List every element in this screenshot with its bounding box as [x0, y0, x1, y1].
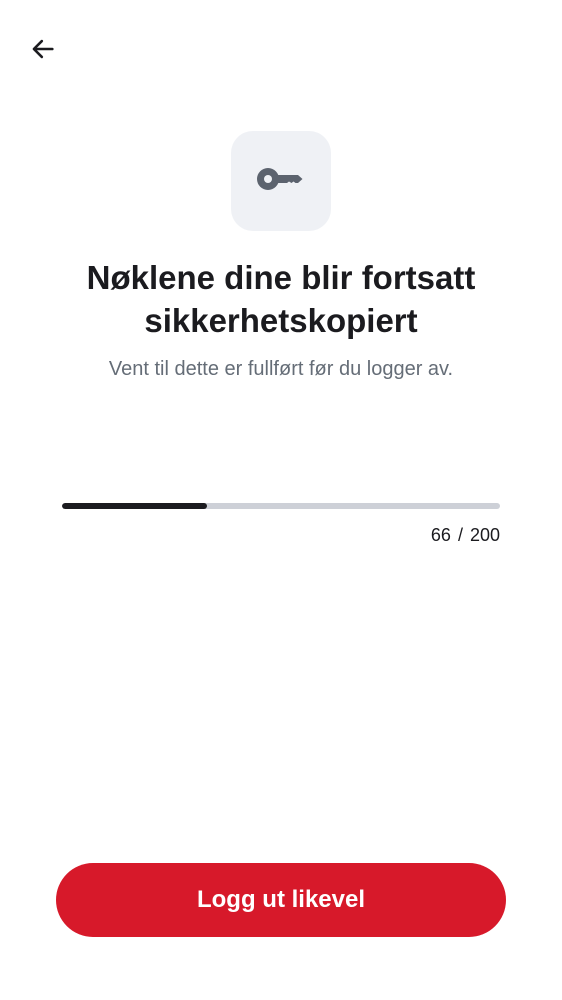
progress-current: 66: [430, 525, 451, 545]
key-icon: [257, 164, 305, 199]
progress-count: 66 / 200: [431, 524, 500, 546]
key-icon-tile: [231, 131, 331, 231]
page-title: Nøklene dine blir fortsatt sikkerhetskop…: [40, 256, 522, 342]
backup-progress-bar: [62, 503, 500, 509]
page-subtitle: Vent til dette er fullført før du logger…: [108, 358, 454, 380]
page-title-line-2: sikkerhetskopiert: [144, 302, 418, 339]
back-button[interactable]: [22, 30, 64, 72]
arrow-left-icon: [29, 35, 57, 68]
progress-separator: /: [457, 525, 463, 545]
logout-anyway-button[interactable]: Logg ut likevel: [56, 863, 506, 937]
page-title-line-1: Nøklene dine blir fortsatt: [86, 259, 476, 296]
backup-progress-fill: [62, 503, 207, 509]
progress-total: 200: [469, 525, 500, 545]
